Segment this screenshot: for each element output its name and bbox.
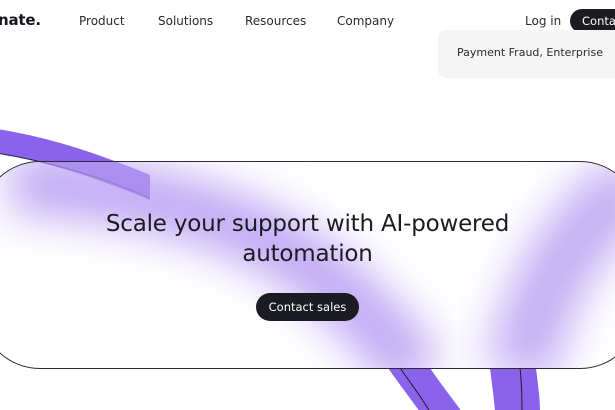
dropdown-item[interactable]: Payment Fraud, Enterprise	[457, 46, 603, 59]
hero-headline-line-2: automation	[242, 241, 373, 267]
nav-link-resources[interactable]: Resources	[245, 14, 306, 28]
contact-sales-button[interactable]: Contact sales	[256, 293, 359, 321]
logo[interactable]: nate.	[0, 11, 41, 29]
nav-link-company[interactable]: Company	[337, 14, 394, 28]
ribbon-bottom-right	[490, 368, 540, 410]
hero-headline-line-1: Scale your support with AI-powered	[105, 211, 510, 237]
hero-headline: Scale your support with AI-powered autom…	[0, 209, 615, 269]
login-link[interactable]: Log in	[525, 14, 561, 28]
nav-link-solutions[interactable]: Solutions	[158, 14, 213, 28]
dropdown-card: Payment Fraud, Enterprise	[438, 30, 615, 78]
page: nate. Product Solutions Resources Compan…	[0, 0, 615, 410]
nav-link-product[interactable]: Product	[79, 14, 125, 28]
